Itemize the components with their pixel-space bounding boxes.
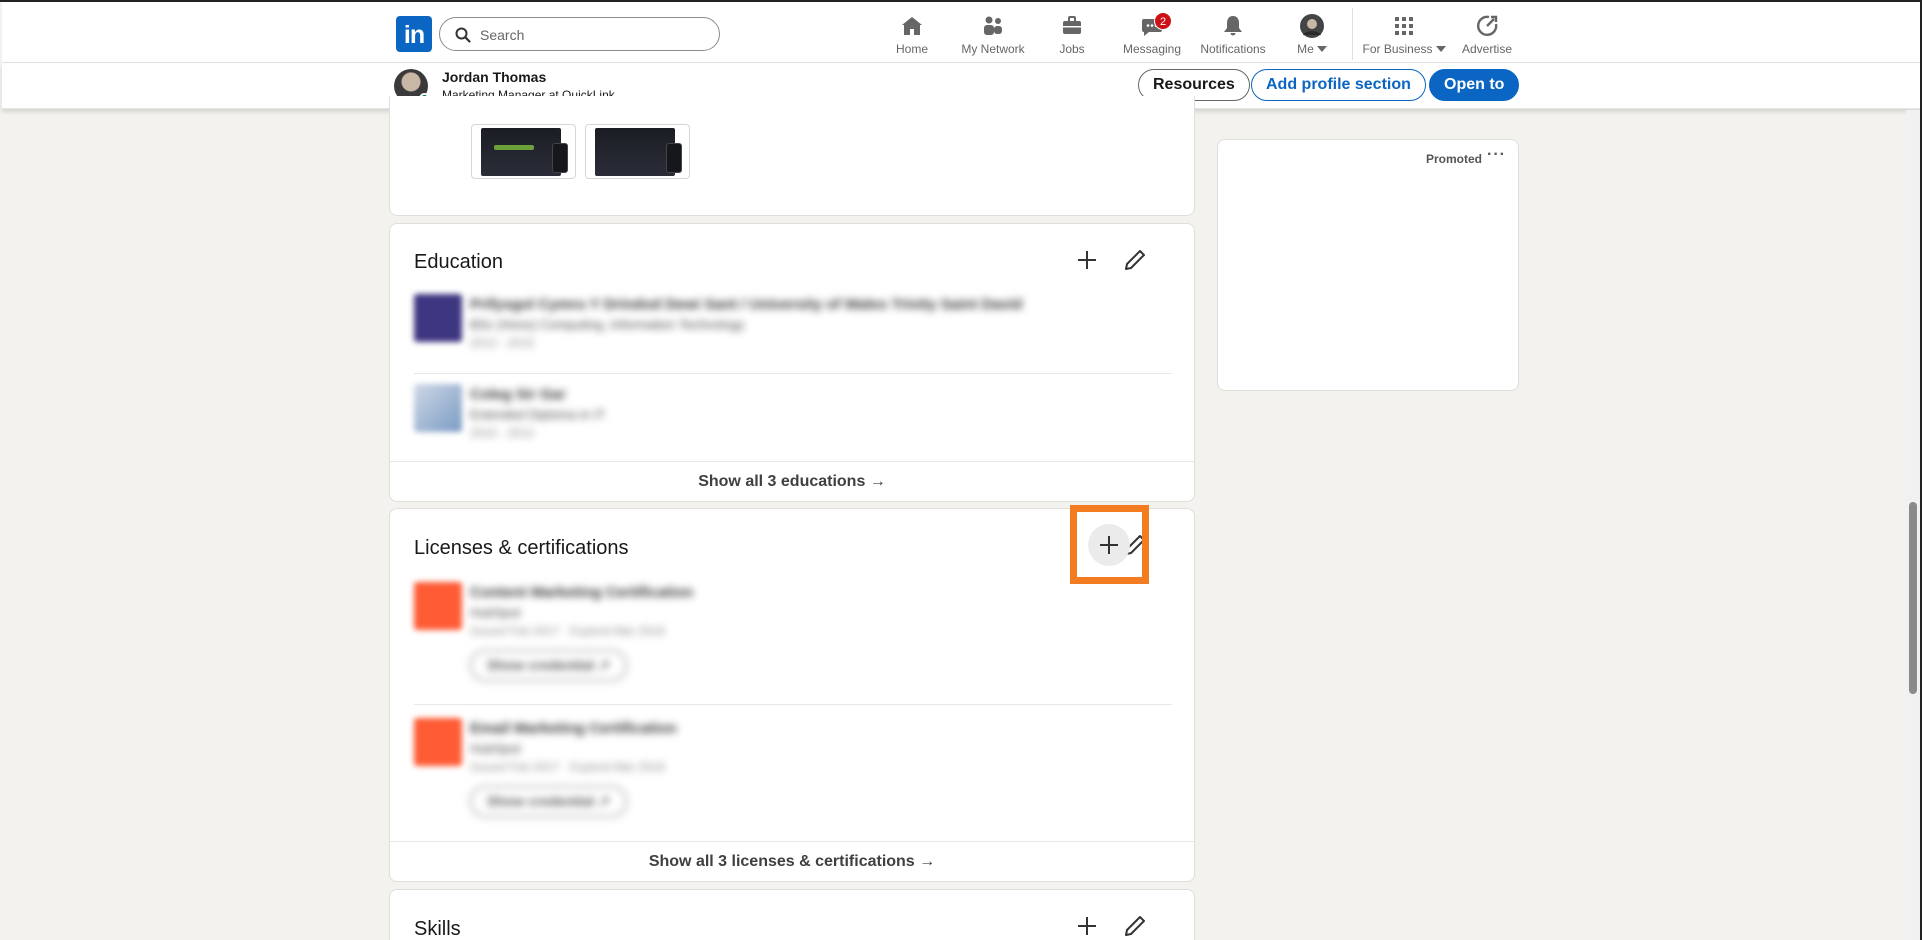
nav-jobs[interactable]: Jobs	[1052, 14, 1092, 60]
chevron-down-icon	[1435, 46, 1446, 52]
license-dates: Issued Feb 2017 · Expired Mar 2019	[470, 624, 665, 638]
pencil-icon	[1125, 250, 1145, 270]
media-thumbnail[interactable]	[585, 124, 690, 179]
edit-education-button[interactable]	[1115, 240, 1155, 280]
avatar	[1300, 14, 1324, 38]
nav-messaging[interactable]: 2 Messaging	[1120, 12, 1184, 60]
license-issuer: HubSpot	[470, 605, 521, 620]
home-icon	[902, 17, 922, 35]
profile-name: Jordan Thomas	[442, 69, 547, 85]
license-entry[interactable]: Content Marketing Certification HubSpot …	[414, 582, 1172, 682]
show-all-educations-link[interactable]: Show all 3 educations →	[390, 461, 1194, 501]
nav-advertise-label: Advertise	[1461, 42, 1513, 56]
more-options-icon[interactable]: ···	[1487, 146, 1506, 164]
nav-notifications-label: Notifications	[1200, 42, 1266, 56]
featured-card	[389, 96, 1195, 216]
promoted-ad-card: Promoted ···	[1217, 139, 1519, 391]
show-credential-button[interactable]: Show credential ↗	[470, 786, 627, 817]
nav-home-label: Home	[895, 42, 928, 56]
messaging-badge: 2	[1154, 12, 1172, 30]
nav-for-business-label: For Business	[1362, 42, 1433, 56]
dates: 2012 - 2015	[470, 336, 535, 350]
license-entry-text: Content Marketing Certification HubSpot …	[470, 584, 1170, 681]
dates: 2010 - 2012	[470, 426, 535, 440]
skills-title: Skills	[414, 918, 461, 940]
nav-messaging-label: Messaging	[1122, 42, 1182, 56]
add-education-button[interactable]	[1067, 240, 1107, 280]
education-title: Education	[414, 251, 503, 273]
education-entry[interactable]: Coleg Sir Gar Extended Diploma in IT 201…	[414, 384, 1172, 444]
add-skill-button[interactable]	[1067, 906, 1107, 940]
add-profile-section-button[interactable]: Add profile section	[1251, 69, 1426, 101]
nav-me[interactable]: Me	[1292, 14, 1332, 60]
divider	[414, 373, 1172, 374]
nav-my-network-label: My Network	[961, 42, 1025, 56]
nav-my-network[interactable]: My Network	[954, 14, 1032, 60]
education-entry-text: Prifysgol Cymru Y Drindod Dewi Sant / Un…	[470, 296, 1170, 350]
issuer-logo	[414, 582, 462, 630]
promoted-label: Promoted	[1425, 152, 1482, 166]
show-all-licenses-link[interactable]: Show all 3 licenses & certifications →	[390, 841, 1194, 881]
thumbnail-logo	[494, 145, 534, 150]
scrollbar-thumb[interactable]	[1909, 502, 1917, 694]
degree: BSc (Hons) Computing, Information Techno…	[470, 317, 745, 332]
licenses-title: Licenses & certifications	[414, 537, 629, 559]
media-thumbnail[interactable]	[471, 124, 576, 179]
nav-me-label: Me	[1297, 42, 1314, 56]
education-entry-text: Coleg Sir Gar Extended Diploma in IT 201…	[470, 386, 1170, 440]
network-icon	[984, 16, 1002, 35]
search-input[interactable]	[480, 24, 700, 46]
nav-divider	[1352, 8, 1353, 60]
degree: Extended Diploma in IT	[470, 407, 606, 422]
search-bar[interactable]	[439, 17, 720, 51]
issuer-logo	[414, 718, 462, 766]
open-to-button[interactable]: Open to	[1429, 69, 1520, 101]
license-issuer: HubSpot	[470, 741, 521, 756]
edit-skills-button[interactable]	[1115, 906, 1155, 940]
briefcase-icon	[1063, 16, 1081, 34]
show-credential-button[interactable]: Show credential ↗	[470, 650, 627, 681]
skills-card: Skills	[389, 889, 1195, 940]
grid-icon	[1395, 17, 1413, 35]
school-logo	[414, 294, 462, 342]
nav-jobs-label: Jobs	[1059, 42, 1085, 56]
license-name: Email Marketing Certification	[470, 720, 677, 737]
search-icon	[455, 27, 471, 43]
license-dates: Issued Feb 2017 · Expired Mar 2019	[470, 760, 665, 774]
education-entry[interactable]: Prifysgol Cymru Y Drindod Dewi Sant / Un…	[414, 294, 1172, 354]
thumbnail-screen	[595, 128, 675, 176]
linkedin-logo[interactable]: in	[396, 16, 432, 52]
bell-icon	[1224, 16, 1242, 36]
school-name: Coleg Sir Gar	[470, 386, 566, 403]
divider	[414, 704, 1172, 705]
chevron-down-icon	[1316, 46, 1327, 52]
license-entry-text: Email Marketing Certification HubSpot Is…	[470, 720, 1170, 817]
thumbnail-phone	[666, 143, 682, 173]
highlight-box	[1070, 505, 1149, 584]
school-name: Prifysgol Cymru Y Drindod Dewi Sant / Un…	[470, 296, 1023, 313]
education-card: Education Prifysgol Cymru Y Drindod Dewi…	[389, 223, 1195, 502]
advertise-icon	[1477, 15, 1498, 36]
school-logo	[414, 384, 462, 432]
plus-icon	[1078, 251, 1096, 269]
nav-notifications[interactable]: Notifications	[1194, 14, 1272, 60]
license-name: Content Marketing Certification	[470, 584, 694, 601]
nav-for-business[interactable]: For Business	[1362, 14, 1446, 60]
thumbnail-screen	[481, 128, 561, 176]
pencil-icon	[1125, 916, 1145, 936]
thumbnail-phone	[552, 143, 568, 173]
nav-home[interactable]: Home	[884, 14, 940, 60]
license-entry[interactable]: Email Marketing Certification HubSpot Is…	[414, 718, 1172, 818]
plus-icon	[1078, 917, 1096, 935]
global-nav: in Home My Network Jobs 2 Messaging Noti…	[2, 2, 1920, 63]
nav-advertise[interactable]: Advertise	[1458, 14, 1516, 60]
